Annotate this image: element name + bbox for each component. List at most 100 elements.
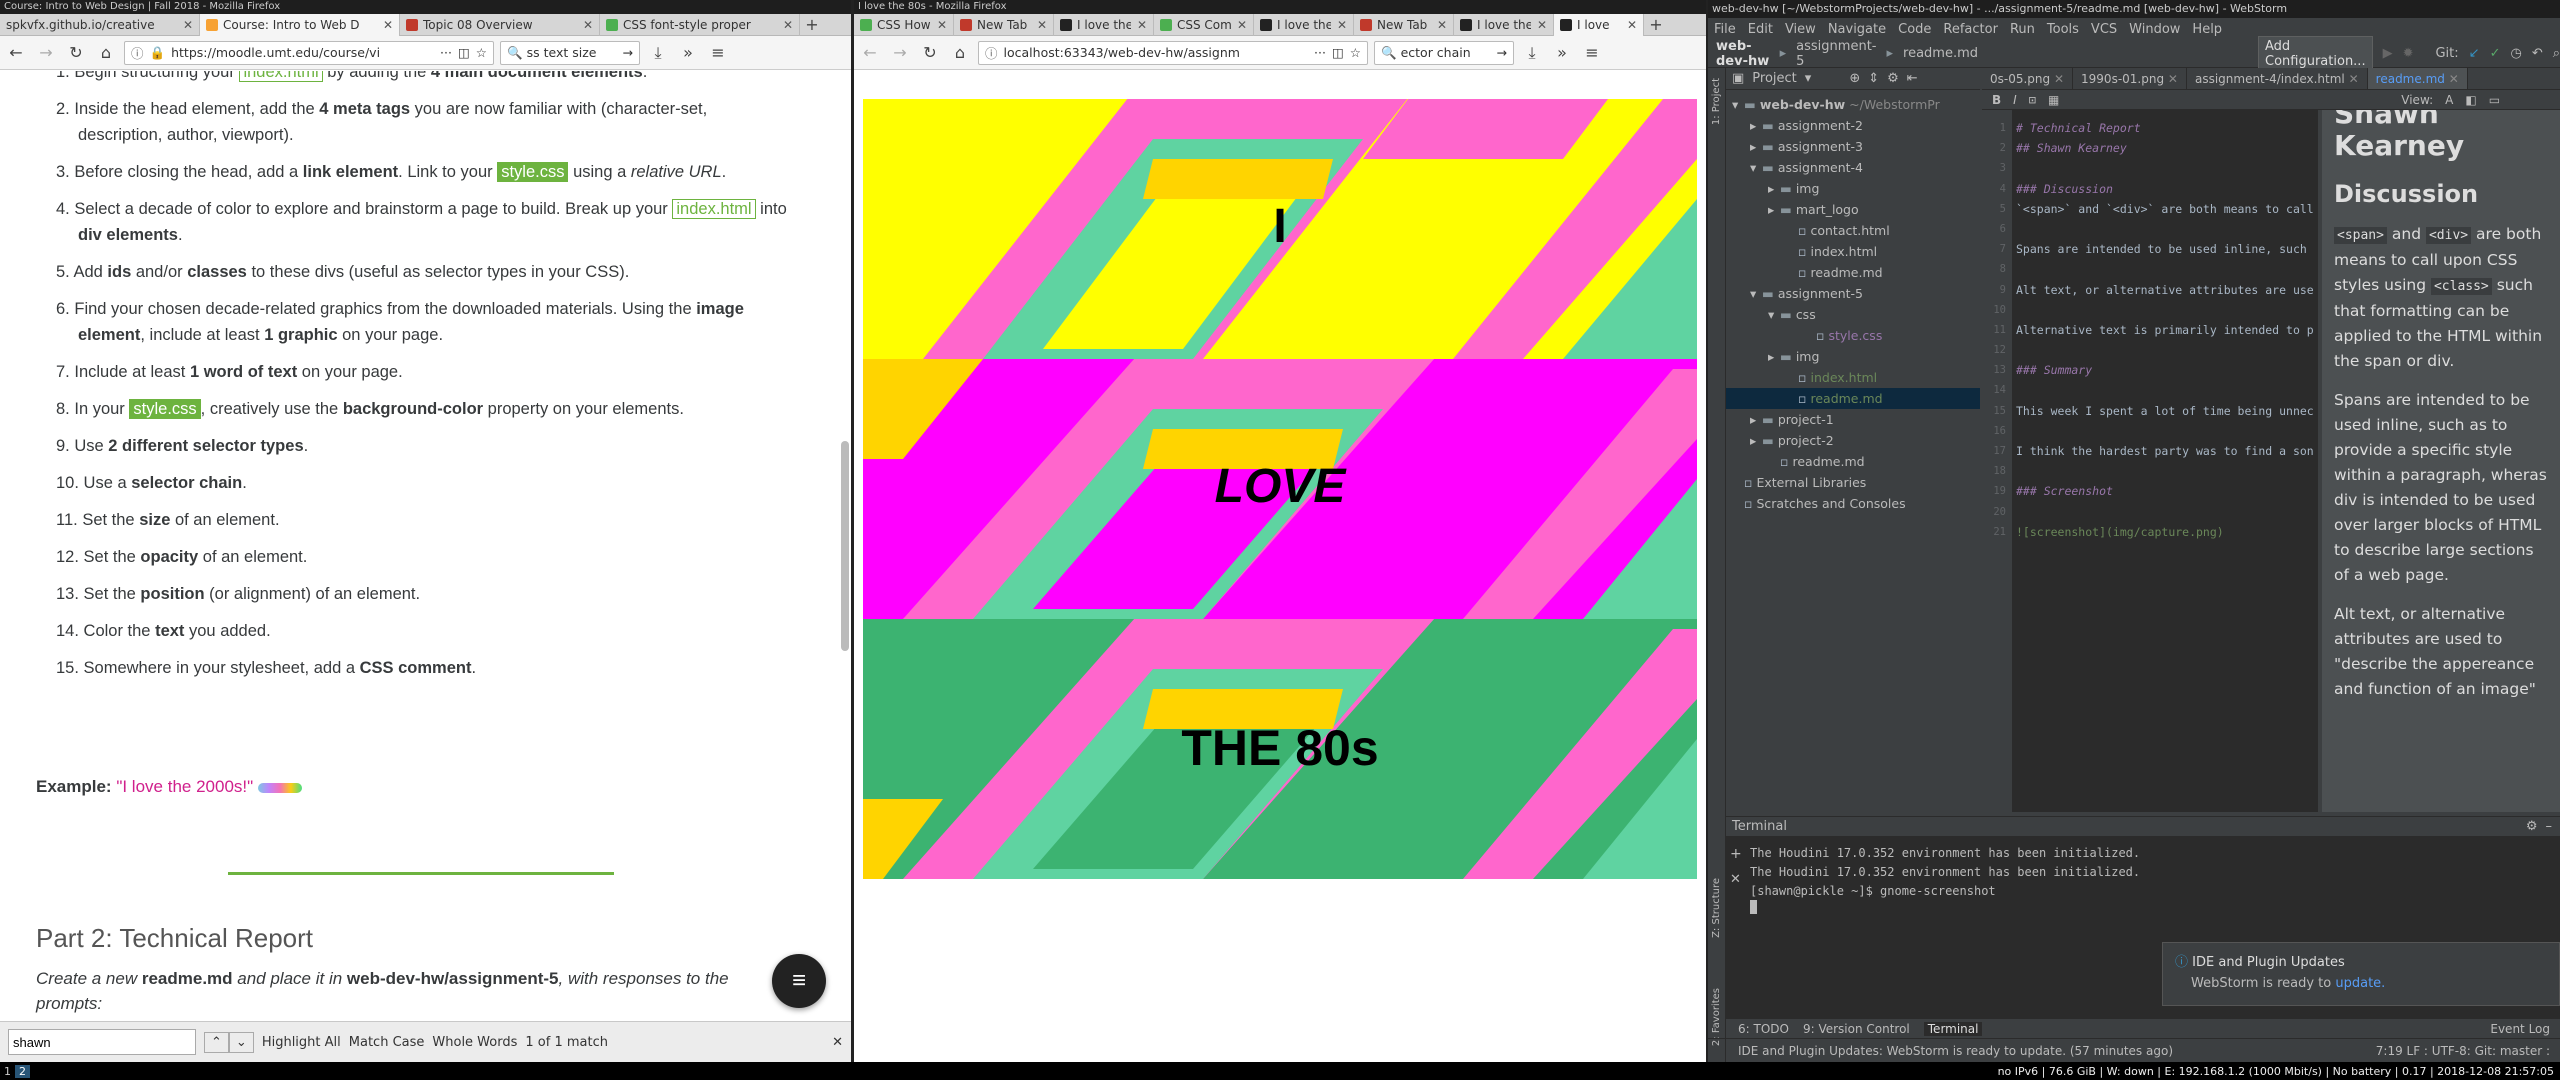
bold-button[interactable]: B xyxy=(1992,93,2001,107)
browser-tab[interactable]: CSS font-style proper ✕ xyxy=(600,14,800,36)
todo-tab[interactable]: 6: TODO xyxy=(1738,1022,1789,1036)
close-icon[interactable]: ✕ xyxy=(2054,72,2064,86)
more-icon[interactable]: ··· xyxy=(440,45,452,60)
menu-edit[interactable]: Edit xyxy=(1748,22,1773,37)
close-icon[interactable]: ✕ xyxy=(1730,872,1741,887)
update-notification[interactable]: ⓘ IDE and Plugin Updates WebStorm is rea… xyxy=(2162,942,2560,1006)
menu-file[interactable]: File xyxy=(1714,22,1736,37)
chevron-icon[interactable]: ▾ xyxy=(1768,304,1780,325)
browser-tab-active[interactable]: Course: Intro to Web D ✕ xyxy=(200,14,400,36)
update-project-icon[interactable]: ↙ xyxy=(2469,46,2480,61)
close-icon[interactable]: ✕ xyxy=(1531,18,1547,32)
pocket-icon[interactable]: ◫ xyxy=(1332,45,1344,60)
menu-vcs[interactable]: VCS xyxy=(2091,22,2117,37)
chevron-icon[interactable]: ▸ xyxy=(1768,346,1780,367)
search-bar[interactable]: 🔍 ector chain → xyxy=(1374,40,1514,65)
file-link[interactable]: style.css xyxy=(129,399,201,419)
editor-tab[interactable]: assignment-4/index.html ✕ xyxy=(2187,68,2368,89)
close-icon[interactable]: ✕ xyxy=(2449,72,2459,86)
chevron-icon[interactable]: ▾ xyxy=(1750,157,1762,178)
find-prev-button[interactable]: ⌃ xyxy=(204,1031,229,1053)
locate-icon[interactable]: ⊕ xyxy=(1849,71,1860,86)
file-link[interactable]: index.html xyxy=(239,71,323,82)
tree-item[interactable]: ▫ style.css xyxy=(1726,325,1980,346)
update-link[interactable]: update. xyxy=(2335,976,2385,991)
url-bar[interactable]: ⓘ localhost:63343/web-dev-hw/assignm ··· ◫ ☆ xyxy=(978,40,1368,65)
go-arrow-icon[interactable]: → xyxy=(1497,45,1507,60)
menu-view[interactable]: View xyxy=(1785,22,1816,37)
close-icon[interactable]: ✕ xyxy=(777,18,793,32)
minimize-icon[interactable]: – xyxy=(2546,819,2553,834)
version-control-tab[interactable]: 9: Version Control xyxy=(1803,1022,1910,1036)
close-icon[interactable]: ✕ xyxy=(1131,18,1147,32)
chevron-down-icon[interactable]: ▾ xyxy=(1805,71,1812,86)
tree-item[interactable]: ▫ index.html xyxy=(1726,241,1980,262)
new-tab-button[interactable]: + xyxy=(800,14,824,36)
event-log-tab[interactable]: Event Log xyxy=(2490,1022,2550,1036)
project-tool-tab[interactable]: 1: Project xyxy=(1711,78,1722,125)
drawer-menu-button[interactable]: ≡ xyxy=(772,954,826,1008)
pocket-icon[interactable]: ◫ xyxy=(458,45,470,60)
chevron-icon[interactable]: ▸ xyxy=(1750,430,1762,451)
scrollbar[interactable] xyxy=(841,441,849,651)
tree-item[interactable]: ▾ ▬ web-dev-hw ~/WebstormPr xyxy=(1726,94,1980,115)
tree-item[interactable]: ▫ index.html xyxy=(1726,367,1980,388)
forward-icon[interactable]: → xyxy=(34,41,58,65)
chevron-icon[interactable]: ▾ xyxy=(1732,94,1744,115)
tree-item[interactable]: ▫ contact.html xyxy=(1726,220,1980,241)
split-view-icon[interactable]: ◧ xyxy=(2465,93,2476,107)
run-icon[interactable]: ▶ xyxy=(2383,46,2393,61)
breadcrumb-root[interactable]: web-dev-hw xyxy=(1716,39,1770,69)
browser-tab[interactable]: I love ✕ xyxy=(1554,14,1644,36)
structure-tool-tab[interactable]: Z: Structure xyxy=(1711,878,1722,938)
add-configuration-button[interactable]: Add Configuration... xyxy=(2258,35,2373,72)
close-icon[interactable]: ✕ xyxy=(377,18,393,32)
tree-item[interactable]: ▸ ▬ assignment-2 xyxy=(1726,115,1980,136)
close-icon[interactable]: ✕ xyxy=(177,18,193,32)
workspace-1[interactable]: 1 xyxy=(0,1065,15,1078)
search-icon[interactable]: ⌕ xyxy=(2553,46,2560,61)
overflow-icon[interactable]: » xyxy=(676,41,700,65)
bookmark-star-icon[interactable]: ☆ xyxy=(1350,45,1361,60)
search-bar[interactable]: 🔍 ss text size → xyxy=(500,40,640,65)
breadcrumb-folder[interactable]: assignment-5 xyxy=(1796,39,1876,69)
revert-icon[interactable]: ↶ xyxy=(2532,46,2543,61)
tree-item[interactable]: ▸ ▬ mart_logo xyxy=(1726,199,1980,220)
close-icon[interactable]: ✕ xyxy=(1031,18,1047,32)
menu-window[interactable]: Window xyxy=(2129,22,2180,37)
close-icon[interactable]: ✕ xyxy=(1431,18,1447,32)
code-button[interactable]: ⊡ xyxy=(2029,93,2036,107)
browser-tab[interactable]: spkvfx.github.io/creative ✕ xyxy=(0,14,200,36)
close-icon[interactable]: ✕ xyxy=(832,1035,843,1050)
editor-tab[interactable]: 0s-05.png ✕ xyxy=(1982,68,2074,89)
reload-icon[interactable]: ↻ xyxy=(918,41,942,65)
menu-icon[interactable]: ≡ xyxy=(1580,41,1604,65)
chevron-icon[interactable]: ▸ xyxy=(1750,115,1762,136)
tree-item[interactable]: ▸ ▬ assignment-3 xyxy=(1726,136,1980,157)
close-icon[interactable]: ✕ xyxy=(1621,18,1637,32)
breadcrumb-file[interactable]: readme.md xyxy=(1903,46,1978,61)
browser-tab[interactable]: I love the ✕ xyxy=(1054,14,1154,36)
highlight-all-toggle[interactable]: Highlight All xyxy=(262,1035,341,1050)
close-icon[interactable]: ✕ xyxy=(2349,72,2359,86)
menu-refactor[interactable]: Refactor xyxy=(1943,22,1998,37)
status-right[interactable]: 7:19 LF : UTF-8: Git: master : xyxy=(2376,1044,2550,1058)
download-icon[interactable]: ⤓ xyxy=(646,41,670,65)
new-tab-button[interactable]: + xyxy=(1644,14,1668,36)
chevron-icon[interactable]: ▸ xyxy=(1768,178,1780,199)
home-icon[interactable]: ⌂ xyxy=(948,41,972,65)
browser-tab[interactable]: New Tab ✕ xyxy=(1354,14,1454,36)
chevron-icon[interactable]: ▸ xyxy=(1750,136,1762,157)
preview-only-icon[interactable]: ▭ xyxy=(2489,93,2500,107)
menu-run[interactable]: Run xyxy=(2010,22,2035,37)
url-bar[interactable]: ⓘ 🔒 https://moodle.umt.edu/course/vi ··· ◫ ☆ xyxy=(124,40,494,65)
tree-item[interactable]: ▫ readme.md xyxy=(1726,451,1980,472)
find-next-button[interactable]: ⌄ xyxy=(228,1031,254,1053)
tree-item[interactable]: ▫ readme.md xyxy=(1726,388,1980,409)
workspace-2[interactable]: 2 xyxy=(15,1064,30,1078)
tree-item[interactable]: ▫ readme.md xyxy=(1726,262,1980,283)
table-icon[interactable]: ▦ xyxy=(2048,93,2059,107)
menu-tools[interactable]: Tools xyxy=(2047,22,2079,37)
browser-tab[interactable]: New Tab ✕ xyxy=(954,14,1054,36)
tree-item[interactable]: ▫ Scratches and Consoles xyxy=(1726,493,1980,514)
